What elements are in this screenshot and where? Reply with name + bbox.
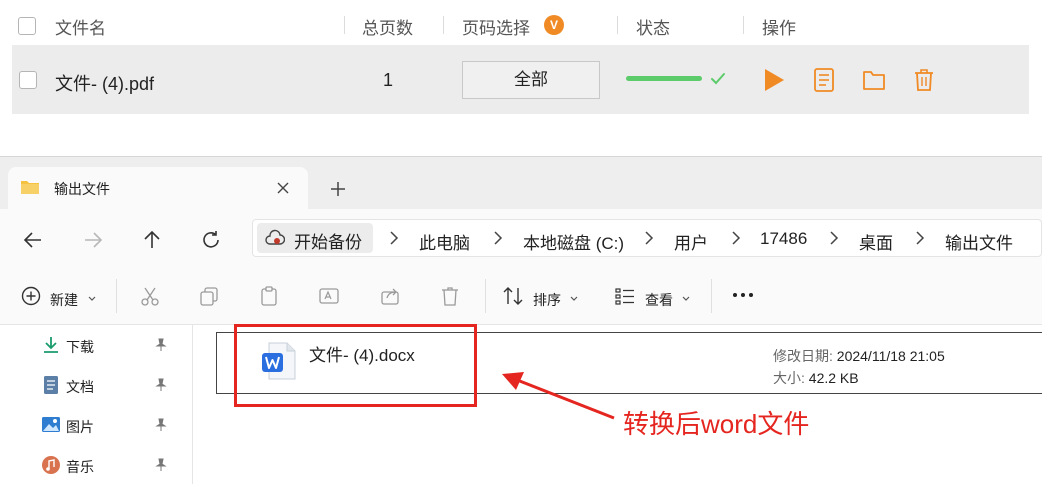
file-explorer-window: 输出文件 开始备份 此电脑 本地磁盘 (C:) 用户 17486 桌面 输出文件… xyxy=(0,156,1042,484)
refresh-icon[interactable] xyxy=(200,229,222,251)
new-button[interactable]: 新建 xyxy=(50,290,78,310)
column-header-filename: 文件名 xyxy=(55,19,106,38)
cut-icon[interactable] xyxy=(139,285,161,307)
download-icon xyxy=(44,337,58,353)
chevron-right-icon[interactable] xyxy=(389,230,399,246)
pin-icon[interactable] xyxy=(154,418,168,432)
check-icon xyxy=(711,73,725,85)
modified-value: 2024/11/18 21:05 xyxy=(836,348,945,364)
sidebar-item-music[interactable]: 音乐 xyxy=(40,453,180,479)
pin-icon[interactable] xyxy=(154,338,168,352)
share-icon[interactable] xyxy=(379,285,401,307)
size-value: 42.2 KB xyxy=(808,370,859,386)
toolbar-divider xyxy=(116,279,117,313)
file-size: 大小: 42.2 KB xyxy=(773,368,859,388)
toolbar-divider xyxy=(485,279,486,313)
annotation-highlight-box xyxy=(234,324,477,407)
row-total-pages: 1 xyxy=(383,70,394,90)
sidebar-item-label: 图片 xyxy=(66,419,94,435)
toolbar-divider xyxy=(711,279,712,313)
breadcrumb-label: 开始备份 xyxy=(294,233,362,252)
view-list-icon[interactable] xyxy=(614,285,636,307)
copy-icon[interactable] xyxy=(198,285,220,307)
address-bar[interactable]: 开始备份 此电脑 本地磁盘 (C:) 用户 17486 桌面 输出文件 xyxy=(252,219,1042,257)
column-header-actions: 操作 xyxy=(762,19,796,38)
breadcrumb-this-pc[interactable]: 此电脑 xyxy=(419,229,470,254)
chevron-right-icon[interactable] xyxy=(493,230,503,246)
column-header-page-select: 页码选择 xyxy=(462,19,530,38)
column-divider xyxy=(344,16,345,34)
column-header-status: 状态 xyxy=(636,19,670,38)
annotation-arrow-icon xyxy=(502,372,615,420)
column-divider xyxy=(443,16,444,34)
sidebar-item-documents[interactable]: 文档 xyxy=(40,373,180,399)
more-options-icon[interactable] xyxy=(732,292,754,298)
breadcrumb-backup[interactable]: 开始备份 xyxy=(257,223,373,253)
sidebar-item-label: 音乐 xyxy=(66,459,94,475)
sort-icon[interactable] xyxy=(502,285,524,307)
chevron-right-icon[interactable] xyxy=(731,230,741,246)
breadcrumb-local-disk[interactable]: 本地磁盘 (C:) xyxy=(523,229,624,254)
new-tab-plus-icon[interactable] xyxy=(330,181,346,197)
forward-arrow-icon[interactable] xyxy=(82,229,104,251)
sidebar-item-label: 下载 xyxy=(66,339,94,355)
sidebar-item-pictures[interactable]: 图片 xyxy=(40,413,180,439)
document-list-icon[interactable] xyxy=(812,67,836,93)
folder-icon xyxy=(21,181,39,194)
document-icon xyxy=(44,376,58,394)
back-arrow-icon[interactable] xyxy=(22,229,44,251)
tab-output-folder[interactable]: 输出文件 xyxy=(8,167,308,209)
modified-label: 修改日期: xyxy=(773,348,833,364)
delete-icon[interactable] xyxy=(439,285,461,307)
pin-icon[interactable] xyxy=(154,378,168,392)
explorer-tab-bar: 输出文件 xyxy=(0,157,1042,209)
close-icon[interactable] xyxy=(276,181,290,195)
breadcrumb-user-folder[interactable]: 17486 xyxy=(760,229,807,249)
explorer-sidebar: 下载 文档 图片 音乐 xyxy=(0,325,193,484)
select-all-checkbox[interactable] xyxy=(18,17,36,35)
navigation-bar: 开始备份 此电脑 本地磁盘 (C:) 用户 17486 桌面 输出文件 xyxy=(0,209,1042,267)
tab-title: 输出文件 xyxy=(54,181,110,197)
chevron-right-icon[interactable] xyxy=(644,230,654,246)
chevron-down-icon[interactable] xyxy=(682,296,690,302)
cloud-backup-icon xyxy=(265,229,285,245)
annotation-label: 转换后word文件 xyxy=(623,409,810,439)
chevron-right-icon[interactable] xyxy=(829,230,839,246)
column-divider xyxy=(617,16,618,34)
chevron-down-icon[interactable] xyxy=(570,296,578,302)
column-header-total-pages: 总页数 xyxy=(362,19,413,38)
music-icon xyxy=(42,456,60,474)
explorer-toolbar: 新建 排序 查看 xyxy=(0,267,1042,325)
table-row[interactable]: 文件- (4).pdf 1 全部 xyxy=(12,45,1029,114)
breadcrumb-output-folder[interactable]: 输出文件 xyxy=(945,229,1013,254)
folder-icon[interactable] xyxy=(862,67,886,93)
breadcrumb-users[interactable]: 用户 xyxy=(674,229,708,254)
column-divider xyxy=(743,16,744,34)
paste-icon[interactable] xyxy=(258,285,280,307)
chevron-down-icon[interactable] xyxy=(88,296,96,302)
sort-button[interactable]: 排序 xyxy=(533,290,561,310)
breadcrumb-desktop[interactable]: 桌面 xyxy=(859,229,893,254)
plus-circle-icon[interactable] xyxy=(20,285,42,307)
image-icon xyxy=(42,417,60,432)
status-progress-bar xyxy=(626,76,702,81)
converter-panel: 文件名 总页数 页码选择 V 状态 操作 文件- (4).pdf 1 全部 xyxy=(0,0,1042,156)
chevron-right-icon[interactable] xyxy=(915,230,925,246)
page-select-badge-icon[interactable]: V xyxy=(544,15,564,35)
page-select-button[interactable]: 全部 xyxy=(462,61,600,99)
view-button[interactable]: 查看 xyxy=(645,290,673,310)
size-label: 大小: xyxy=(773,370,805,386)
row-filename: 文件- (4).pdf xyxy=(55,74,155,94)
row-checkbox[interactable] xyxy=(19,71,37,89)
play-icon[interactable] xyxy=(762,67,786,93)
sidebar-item-label: 文档 xyxy=(66,379,94,395)
up-arrow-icon[interactable] xyxy=(141,229,163,251)
converter-table-header: 文件名 总页数 页码选择 V 状态 操作 xyxy=(0,0,1042,44)
file-modified-date: 修改日期: 2024/11/18 21:05 xyxy=(773,346,945,366)
pin-icon[interactable] xyxy=(154,458,168,472)
rename-icon[interactable] xyxy=(318,285,340,307)
sidebar-item-downloads[interactable]: 下载 xyxy=(40,333,180,359)
trash-icon[interactable] xyxy=(912,67,936,93)
